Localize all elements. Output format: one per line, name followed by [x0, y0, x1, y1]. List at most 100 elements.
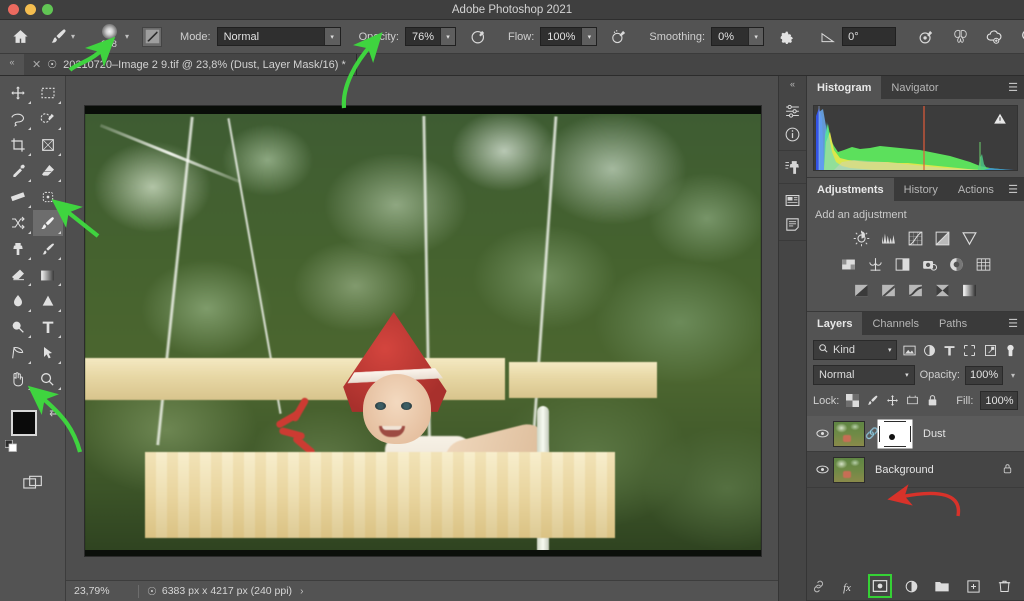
filter-adjustment-icon[interactable]	[922, 342, 937, 359]
chevron-down-icon[interactable]: ▾	[905, 371, 909, 379]
layer-filter-kind-select[interactable]: Kind ▾	[813, 340, 897, 360]
layer-mask-link-icon[interactable]: 🔗	[865, 427, 879, 440]
chevron-down-icon[interactable]: ▾	[68, 32, 78, 41]
adjustments-dock-icon[interactable]	[781, 98, 805, 122]
symmetry-button[interactable]	[943, 20, 977, 54]
info-dock-icon[interactable]	[781, 122, 805, 146]
pressure-controls-opacity-button[interactable]	[461, 20, 495, 54]
filter-pixel-icon[interactable]	[902, 342, 917, 359]
color-balance-adjustment-icon[interactable]	[866, 255, 885, 274]
default-colors-icon[interactable]	[4, 439, 18, 456]
sidebar-item-blur-tool[interactable]	[3, 288, 33, 314]
tab-navigator[interactable]: Navigator	[881, 76, 949, 99]
sidebar-item-lasso-tool[interactable]	[3, 106, 33, 132]
filter-toggle-icon[interactable]	[1003, 342, 1018, 359]
quick-mask-icon[interactable]	[20, 472, 46, 494]
layer-visibility-toggle[interactable]	[811, 426, 833, 441]
gradient-map-adjustment-icon[interactable]	[960, 281, 979, 300]
threshold-adjustment-icon[interactable]	[906, 281, 925, 300]
properties-dock-icon[interactable]	[781, 212, 805, 236]
color-lookup-adjustment-icon[interactable]	[974, 255, 993, 274]
tab-histogram[interactable]: Histogram	[807, 76, 882, 99]
new-adjustment-layer-button[interactable]	[901, 576, 921, 596]
filter-type-icon[interactable]	[942, 342, 957, 359]
link-layers-button[interactable]	[808, 576, 828, 596]
canvas-viewport[interactable]	[66, 76, 778, 580]
foreground-color-swatch[interactable]	[10, 410, 37, 436]
lock-all-icon[interactable]	[926, 394, 939, 408]
chevron-down-icon[interactable]: ▾	[323, 28, 340, 45]
sidebar-item-pen-tool[interactable]	[3, 340, 33, 366]
add-layer-mask-button[interactable]	[868, 574, 892, 598]
brush-angle-input[interactable]: 0°	[842, 27, 897, 46]
maximize-window-button[interactable]	[42, 4, 53, 15]
lock-transparent-pixels-icon[interactable]	[846, 394, 860, 408]
sidebar-item-crop-tool[interactable]	[3, 132, 33, 158]
delete-layer-button[interactable]	[994, 576, 1014, 596]
current-tool-brush[interactable]: ▾	[44, 20, 83, 54]
opacity-input[interactable]: 76% ▾	[404, 27, 456, 46]
panel-menu-icon[interactable]: ☰	[1008, 178, 1018, 201]
sidebar-item-zoom-select-tool[interactable]	[3, 314, 33, 340]
sidebar-item-frame-tool[interactable]	[33, 132, 63, 158]
sidebar-item-gradient-tool[interactable]	[33, 262, 63, 288]
panel-menu-icon[interactable]: ☰	[1008, 76, 1018, 99]
tab-actions[interactable]: Actions	[947, 178, 1004, 201]
table-row[interactable]: Background	[807, 452, 1024, 488]
sidebar-item-clone-stamp-tool[interactable]	[3, 236, 33, 262]
lock-position-icon[interactable]	[886, 394, 899, 408]
layer-style-button[interactable]: fx	[839, 576, 859, 596]
smoothing-input[interactable]: 0% ▾	[711, 27, 765, 46]
chevron-down-icon[interactable]: ▾	[1008, 371, 1018, 380]
document-tab[interactable]: ✕ ☉ 20210720–Image 2 9.tif @ 23,8% (Dust…	[24, 54, 357, 75]
tab-layers[interactable]: Layers	[807, 312, 863, 335]
minimize-window-button[interactable]	[25, 4, 36, 15]
libraries-dock-icon[interactable]	[781, 188, 805, 212]
new-group-button[interactable]	[932, 576, 952, 596]
flow-input[interactable]: 100% ▾	[540, 27, 598, 46]
filter-shape-icon[interactable]	[962, 342, 977, 359]
selective-color-adjustment-icon[interactable]	[933, 281, 952, 300]
tab-history[interactable]: History	[893, 178, 948, 201]
levels-adjustment-icon[interactable]	[879, 229, 898, 248]
cached-data-warning-icon[interactable]	[993, 112, 1007, 126]
brightness-contrast-adjustment-icon[interactable]	[852, 229, 871, 248]
home-button[interactable]	[4, 20, 36, 54]
lock-image-pixels-icon[interactable]	[866, 394, 879, 408]
search-button[interactable]	[1011, 20, 1024, 54]
airbrush-button[interactable]	[602, 20, 636, 54]
layer-visibility-toggle[interactable]	[811, 462, 833, 477]
layer-blend-mode-select[interactable]: Normal ▾	[813, 365, 915, 385]
chevron-down-icon[interactable]: ▾	[748, 28, 764, 45]
sidebar-item-eraser-tool[interactable]	[3, 262, 33, 288]
sidebar-item-path-selection-tool[interactable]	[33, 340, 63, 366]
table-row[interactable]: 🔗 Dust	[807, 416, 1024, 452]
chevron-down-icon[interactable]: ▾	[440, 28, 455, 45]
sidebar-item-history-brush-tool[interactable]	[33, 236, 63, 262]
clone-source-dock-icon[interactable]	[781, 155, 805, 179]
sidebar-item-patch-tool[interactable]	[33, 184, 63, 210]
layer-thumbnail[interactable]	[833, 420, 865, 447]
layer-opacity-input[interactable]: 100%	[964, 365, 1003, 385]
brush-preset-picker[interactable]: 348 ▾	[91, 20, 137, 54]
curves-adjustment-icon[interactable]	[906, 229, 925, 248]
sidebar-item-type-tool[interactable]	[33, 314, 63, 340]
pressure-controls-size-button[interactable]	[909, 20, 943, 54]
lock-artboard-nesting-icon[interactable]	[906, 394, 919, 408]
collapse-panel-icon[interactable]: «	[790, 76, 795, 94]
tab-adjustments[interactable]: Adjustments	[807, 178, 894, 201]
expand-status-icon[interactable]: ›	[300, 586, 303, 597]
layer-thumbnail[interactable]	[833, 456, 865, 483]
histogram-graph[interactable]	[813, 105, 1018, 171]
swap-colors-icon[interactable]: ⇄	[49, 406, 58, 419]
filter-smart-object-icon[interactable]	[983, 342, 998, 359]
chevron-down-icon[interactable]: ▾	[122, 32, 132, 41]
new-layer-button[interactable]	[963, 576, 983, 596]
sidebar-item-hand-tool[interactable]	[3, 366, 33, 392]
posterize-adjustment-icon[interactable]	[879, 281, 898, 300]
tab-channels[interactable]: Channels	[862, 312, 929, 335]
sidebar-item-zoom-tool[interactable]	[33, 366, 63, 392]
vibrance-adjustment-icon[interactable]	[960, 229, 979, 248]
black-white-adjustment-icon[interactable]	[893, 255, 912, 274]
photo-filter-adjustment-icon[interactable]	[920, 255, 939, 274]
